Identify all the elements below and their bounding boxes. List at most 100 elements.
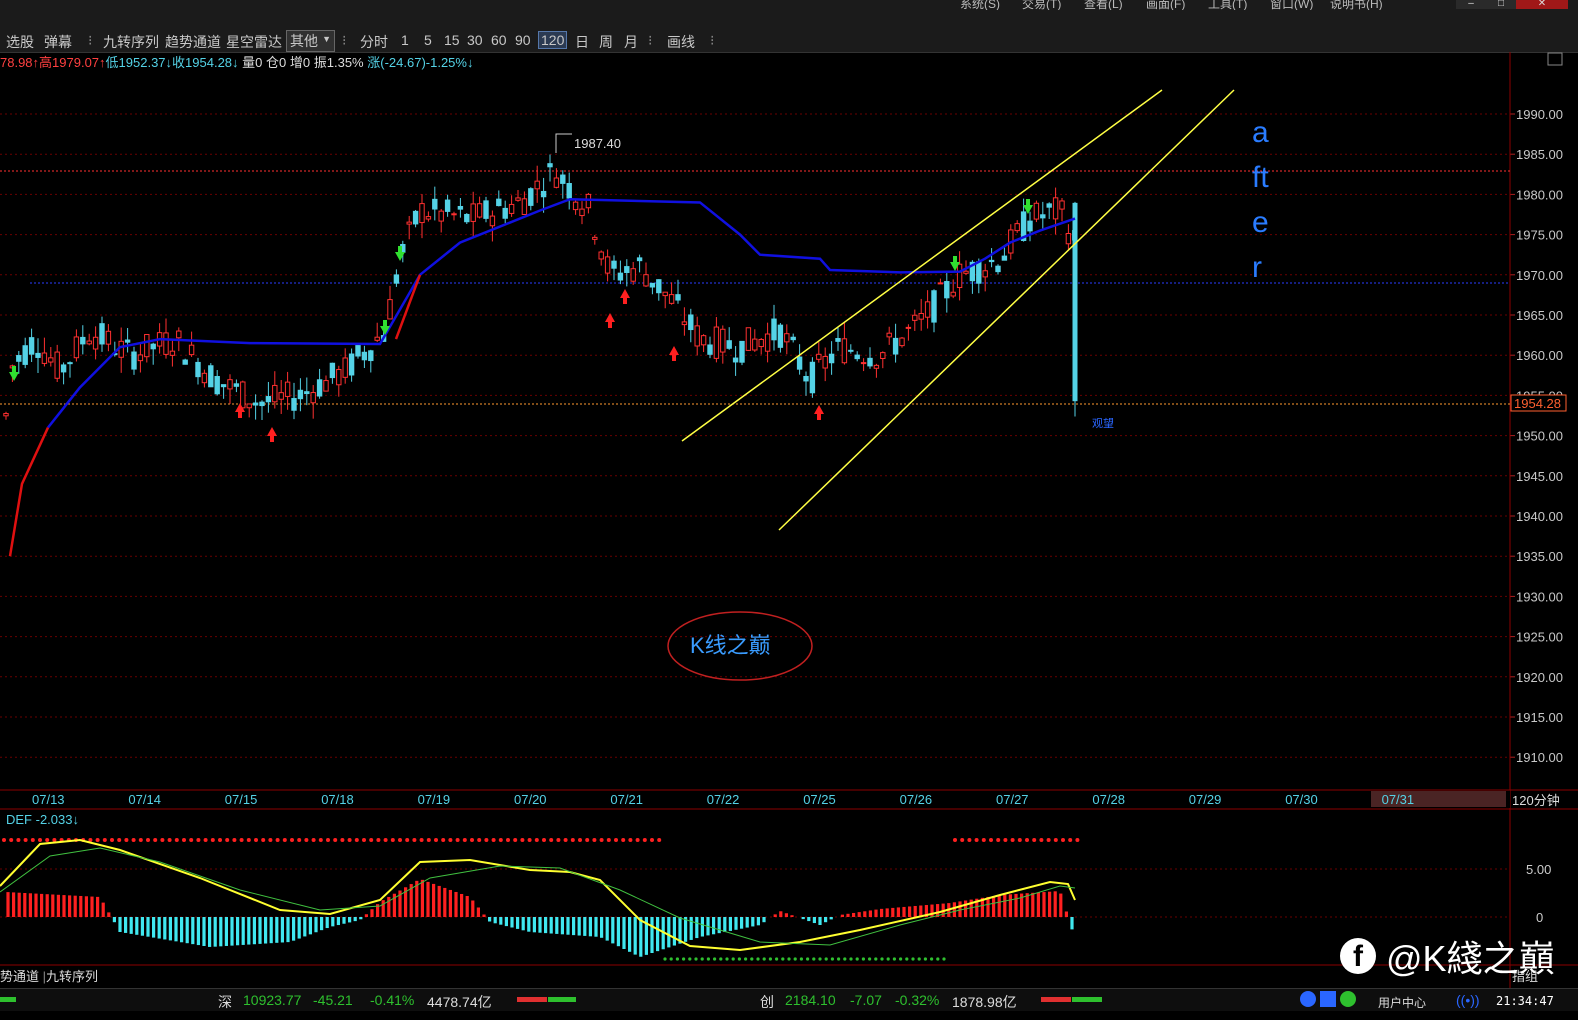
user-center-link[interactable]: 用户中心: [1378, 994, 1426, 1011]
y-tick-label: 1940.00: [1516, 509, 1563, 524]
candle-body: [886, 332, 892, 338]
candle-body: [1059, 200, 1065, 210]
candle-body: [387, 299, 393, 320]
histogram-bar: [174, 917, 178, 942]
after-letter-e: e: [1252, 206, 1269, 239]
green-dot: [892, 957, 897, 961]
red-dot: [318, 838, 323, 842]
candle-body: [137, 354, 144, 362]
candle-body: [784, 333, 790, 343]
histogram-bar: [656, 917, 660, 952]
candle-body: [412, 210, 419, 225]
candle-body: [566, 183, 572, 199]
green-dot: [781, 957, 785, 961]
histogram-bar: [342, 917, 346, 924]
kline-chart[interactable]: 1990.00 1985.00 1980.00 1975.00 1970.00 1965.…: [0, 0, 1578, 988]
red-dot: [1046, 838, 1051, 842]
candle-body: [60, 364, 67, 373]
histogram-bar: [68, 895, 72, 917]
candle-body: [476, 203, 483, 218]
histogram-bar: [745, 917, 749, 928]
histogram-bar: [96, 896, 100, 917]
candle-body: [163, 332, 169, 355]
green-dot: [719, 957, 723, 961]
candle-body: [732, 357, 739, 363]
histogram-bar: [331, 917, 335, 927]
red-dot: [45, 838, 50, 842]
candle-body: [905, 326, 912, 329]
histogram-bar: [163, 917, 167, 940]
histogram-bar: [359, 917, 363, 920]
histogram-bar: [544, 917, 548, 934]
message-icon[interactable]: [1320, 991, 1336, 1007]
panel-toggle-icon[interactable]: [1547, 52, 1563, 66]
candle-body: [361, 351, 368, 361]
red-dot: [1025, 838, 1029, 842]
green-dot: [700, 957, 704, 961]
candle-body: [1052, 197, 1059, 220]
candle-body: [278, 392, 284, 400]
candle-body: [73, 336, 80, 359]
red-dot: [628, 838, 633, 842]
histogram-bar: [370, 909, 374, 917]
histogram-bar: [689, 917, 693, 940]
histogram-bar: [252, 917, 256, 945]
histogram-bar: [308, 917, 312, 935]
green-dot: [787, 957, 791, 961]
red-dot: [347, 838, 352, 842]
candle-body: [291, 398, 297, 411]
candle-body: [553, 177, 560, 188]
sell-signal-icon: [380, 320, 390, 335]
histogram-bar: [292, 917, 296, 941]
red-dot: [138, 838, 143, 842]
histogram-bar: [986, 896, 990, 917]
candle-body: [195, 361, 201, 378]
red-dot: [491, 838, 496, 842]
histogram-bar: [504, 917, 508, 927]
candle-body: [604, 256, 611, 274]
histogram-bar: [667, 917, 671, 948]
red-dot: [203, 838, 208, 842]
y-tick-label: 1915.00: [1516, 710, 1563, 725]
x-tick-label: 07/19: [418, 792, 451, 807]
green-dot: [793, 957, 797, 961]
candle-body: [316, 379, 323, 397]
candle-body: [892, 337, 899, 355]
y-tick-label: 1925.00: [1516, 630, 1563, 645]
candle-body: [48, 357, 54, 363]
red-dot: [599, 838, 604, 842]
red-dot: [967, 838, 972, 842]
after-letter-r: r: [1252, 251, 1262, 284]
red-dot: [9, 838, 14, 842]
x-tick-label: 07/30: [1285, 792, 1318, 807]
red-dot: [369, 838, 374, 842]
candle-body: [873, 364, 880, 369]
histogram-bar: [672, 917, 676, 946]
candle-body: [560, 174, 566, 184]
red-dot: [95, 838, 100, 842]
green-dot: [725, 957, 729, 961]
red-dot: [167, 838, 172, 842]
histogram-bar: [426, 881, 430, 917]
channel-lower-line[interactable]: [778, 89, 1235, 531]
histogram-bar: [1008, 894, 1012, 917]
red-dot: [506, 838, 510, 842]
histogram-bar: [1014, 893, 1018, 917]
candle-body: [284, 381, 291, 397]
tab-nine-turn[interactable]: 九转序列: [46, 969, 98, 984]
histogram-bar: [381, 900, 385, 917]
red-dot: [218, 838, 222, 842]
candle-body: [182, 359, 188, 365]
candle-body: [995, 265, 1001, 273]
s-service-icon[interactable]: [1300, 991, 1316, 1007]
candle-body: [854, 354, 860, 360]
refresh-icon[interactable]: [1340, 991, 1356, 1007]
histogram-bar: [532, 917, 536, 933]
tab-trend-channel[interactable]: 势通道: [0, 969, 39, 984]
channel-upper-line[interactable]: [681, 89, 1163, 442]
histogram-bar: [790, 915, 794, 917]
red-dot: [196, 838, 201, 842]
candle-body: [809, 361, 816, 394]
histogram-bar: [34, 893, 38, 917]
green-dot: [843, 957, 847, 961]
